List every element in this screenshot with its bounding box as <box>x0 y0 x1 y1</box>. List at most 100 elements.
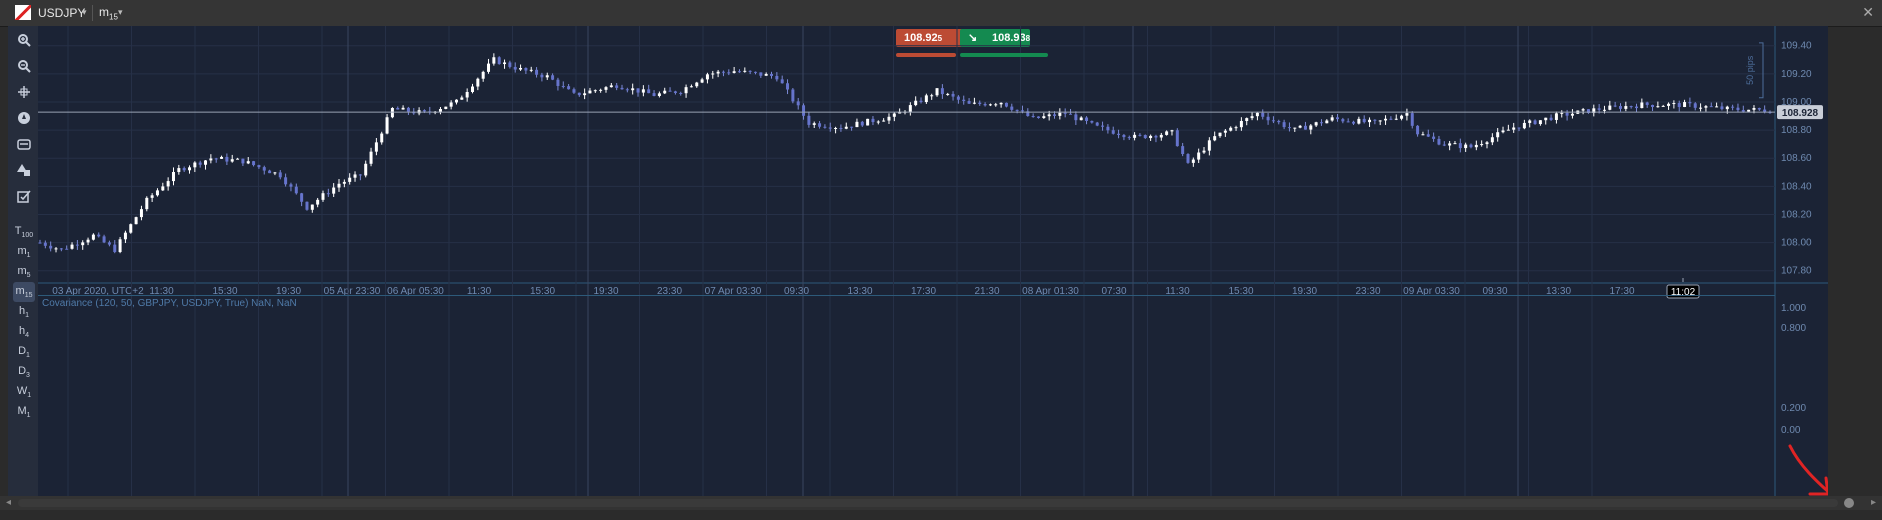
candle-body <box>567 86 571 90</box>
compass-button[interactable] <box>13 108 35 128</box>
candle-body <box>1384 118 1388 121</box>
candle-body <box>1053 114 1057 116</box>
candle-body <box>946 93 950 95</box>
candle-body <box>588 90 592 94</box>
indicator-legend: Covariance (120, 50, GBPJPY, USDJPY, Tru… <box>42 298 297 309</box>
timeframe-dropdown-icon[interactable]: ▾ <box>118 7 123 18</box>
candle-body <box>465 91 469 98</box>
candle-body <box>1661 105 1665 107</box>
candle-body <box>1480 144 1484 146</box>
candle-body <box>524 67 528 71</box>
timeframe-button-T100[interactable]: T100 <box>13 222 35 242</box>
crosshair-icon <box>18 86 30 98</box>
candle-body <box>385 117 389 134</box>
indicator-y-tick-label: 1.000 <box>1781 303 1806 314</box>
candle-body <box>1154 135 1158 138</box>
candle-body <box>1325 120 1329 124</box>
symbol-dropdown-icon[interactable]: ▾ <box>82 7 87 18</box>
candle-body <box>1133 134 1137 138</box>
candle-body <box>209 158 213 161</box>
candle-body <box>1079 117 1083 121</box>
candle-body <box>1613 105 1617 107</box>
candle-body <box>956 96 960 100</box>
candle-body <box>834 127 838 129</box>
timeframe-button-label: D <box>18 365 27 377</box>
timeframe-label[interactable]: m15 <box>99 5 118 21</box>
candle-body <box>599 89 603 91</box>
candle-body <box>1074 114 1078 121</box>
candle-body <box>1442 144 1446 146</box>
candle-body <box>91 234 95 240</box>
timeframe-button-h4[interactable]: h4 <box>13 322 35 342</box>
candle-body <box>1346 121 1350 123</box>
candle-body <box>1036 116 1040 118</box>
candle-body <box>1362 118 1366 123</box>
symbol-label[interactable]: USDJPY <box>38 6 85 20</box>
timeframe-button-sub: 1 <box>26 412 31 420</box>
candle-body <box>1047 114 1051 117</box>
candle-body <box>737 71 741 73</box>
timeframe-button-D3[interactable]: D3 <box>13 362 35 382</box>
candle-body <box>625 89 629 91</box>
candle-body <box>919 100 923 103</box>
candle-body <box>876 121 880 123</box>
candle-body <box>246 161 250 164</box>
scroll-left-icon[interactable]: ◂ <box>6 497 11 508</box>
candle-body <box>1218 132 1222 137</box>
timeframe-button-W1[interactable]: W1 <box>13 382 35 402</box>
candle-body <box>572 89 576 93</box>
candle-body <box>273 172 277 174</box>
chart-area[interactable]: 108.925 ↗ ↘ 108.938 109.40109.20109.0010… <box>38 26 1828 496</box>
timeframe-button-m5[interactable]: m5 <box>13 262 35 282</box>
candle-body <box>663 90 667 94</box>
candle-body <box>887 116 891 121</box>
candle-body <box>300 193 304 202</box>
candle-body <box>1314 122 1318 126</box>
candle-body <box>332 187 336 194</box>
candle-body <box>38 242 42 244</box>
candle-body <box>545 75 549 78</box>
candle-body <box>1095 122 1099 126</box>
timeframe-button-h1[interactable]: h1 <box>13 302 35 322</box>
checklist-icon <box>17 190 31 203</box>
checklist-button[interactable] <box>13 186 35 206</box>
timeframe-button-sub: 15 <box>24 292 33 300</box>
scroll-track[interactable] <box>18 499 1838 507</box>
timeframe-button-D1[interactable]: D1 <box>13 342 35 362</box>
candle-body <box>1175 130 1179 147</box>
shapes-button[interactable] <box>13 160 35 180</box>
camera-button[interactable] <box>13 134 35 154</box>
candle-body <box>1303 125 1307 130</box>
timeframe-button-m15[interactable]: m15 <box>13 282 35 302</box>
candle-body <box>1213 136 1217 141</box>
zoom-out-button[interactable] <box>13 56 35 76</box>
timeframe-button-M1[interactable]: M1 <box>13 402 35 422</box>
scroll-thumb[interactable] <box>1844 498 1854 508</box>
current-price-label: 108.928 <box>1782 108 1819 119</box>
candle-body <box>43 242 47 246</box>
candle-body <box>257 165 261 168</box>
candle-body <box>294 186 298 194</box>
candle-body <box>1197 152 1201 160</box>
zoom-in-icon <box>18 34 31 47</box>
window-title-bar: USDJPY ▾ m15 ▾ ✕ <box>0 0 1882 27</box>
candle-body <box>583 93 587 96</box>
candle-body <box>1640 102 1644 109</box>
candle-body <box>1618 106 1622 109</box>
candle-body <box>882 120 886 122</box>
candle-body <box>107 242 111 245</box>
timeframe-button-m1[interactable]: m1 <box>13 242 35 262</box>
zoom-in-button[interactable] <box>13 30 35 50</box>
candle-body <box>1747 109 1751 112</box>
pips-label: 50 pips <box>1745 55 1755 85</box>
candle-body <box>673 91 677 93</box>
close-icon[interactable]: ✕ <box>1862 4 1874 21</box>
candle-body <box>1405 113 1409 116</box>
candle-body <box>396 107 400 110</box>
candle-body <box>940 88 944 95</box>
scroll-right-icon[interactable]: ▸ <box>1871 497 1876 508</box>
crosshair-button[interactable] <box>13 82 35 102</box>
candle-body <box>1357 118 1361 124</box>
horizontal-scrollbar[interactable]: ◂ ▸ <box>0 496 1882 510</box>
timeframe-button-sub: 1 <box>26 252 31 260</box>
